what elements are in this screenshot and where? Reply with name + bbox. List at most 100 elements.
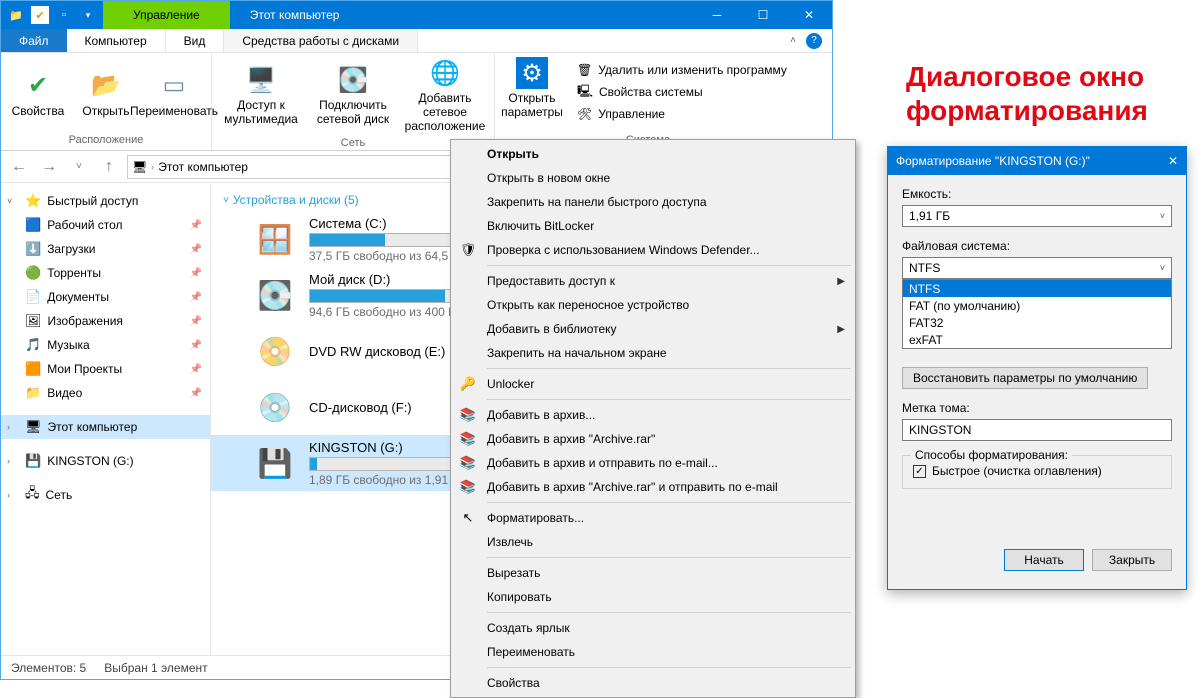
context-menu-item[interactable]: Включить BitLocker <box>453 214 853 238</box>
cursor-icon: ↖ <box>459 509 477 527</box>
menu-item-label: Включить BitLocker <box>487 219 594 233</box>
menu-item-label: Вырезать <box>487 566 540 580</box>
menu-item-label: Добавить в архив "Archive.rar" <box>487 432 655 446</box>
close-dialog-button[interactable]: Закрыть <box>1092 549 1172 571</box>
menu-item-label: Проверка с использованием Windows Defend… <box>487 243 760 257</box>
menu-item-label: Создать ярлык <box>487 621 570 635</box>
dropdown-option[interactable]: FAT (по умолчанию) <box>903 297 1171 314</box>
rar-icon: 📚 <box>459 430 477 448</box>
help-icon[interactable]: ? <box>806 33 822 49</box>
context-menu-item[interactable]: Создать ярлык <box>453 616 853 640</box>
nav-music[interactable]: 🎵 Музыка <box>1 333 210 357</box>
add-network-button[interactable]: 🌐 Добавить сетевое расположение <box>400 55 490 135</box>
context-menu-item[interactable]: Открыть <box>453 142 853 166</box>
ribbon-collapse-icon[interactable]: ˄ <box>790 35 796 46</box>
menu-item-label: Предоставить доступ к <box>487 274 615 288</box>
format-options-legend: Способы форматирования: <box>911 448 1072 462</box>
context-menu-item[interactable]: 🔑Unlocker <box>453 372 853 396</box>
context-menu-item[interactable]: Предоставить доступ к ▶ <box>453 269 853 293</box>
submenu-arrow-icon: ▶ <box>837 276 845 287</box>
wand-icon: 🔑 <box>459 375 477 393</box>
dropdown-option[interactable]: exFAT <box>903 331 1171 348</box>
dropdown-option[interactable]: NTFS <box>903 280 1171 297</box>
rename-button[interactable]: ▭ Переименовать <box>141 55 207 132</box>
uninstall-icon: 🗑 <box>577 63 592 77</box>
checkbox-icon: ✓ <box>913 465 926 478</box>
context-menu-item[interactable]: ↖Форматировать... <box>453 506 853 530</box>
nav-torrents[interactable]: 🟢 Торренты <box>1 261 210 285</box>
dropdown-option[interactable]: FAT32 <box>903 314 1171 331</box>
context-menu-item[interactable]: Добавить в библиотеку▶ <box>453 317 853 341</box>
context-menu-item[interactable]: 📚Добавить в архив... <box>453 403 853 427</box>
rar-icon: 📚 <box>459 478 477 496</box>
nav-up-button[interactable]: ↑ <box>97 155 121 179</box>
map-drive-button[interactable]: 💽 Подключить сетевой диск <box>308 55 398 135</box>
nav-desktop[interactable]: 🟦 Рабочий стол <box>1 213 210 237</box>
qat-folder-icon[interactable]: ▫ <box>55 6 73 24</box>
uninstall-button[interactable]: 🗑Удалить или изменить программу <box>577 59 787 81</box>
context-menu-item[interactable]: Открыть как переносное устройство <box>453 293 853 317</box>
file-tab[interactable]: Файл <box>1 29 67 52</box>
filesystem-label: Файловая система: <box>902 239 1172 253</box>
context-menu-item[interactable]: 📚 Добавить в архив "Archive.rar" и отправ… <box>453 475 853 499</box>
volume-label-caption: Метка тома: <box>902 401 1172 415</box>
drive-icon: 🪟 <box>251 220 299 258</box>
context-menu-item[interactable]: Вырезать <box>453 561 853 585</box>
maximize-button[interactable]: ☐ <box>740 1 786 29</box>
check-icon[interactable]: ✔ <box>31 6 49 24</box>
open-button[interactable]: 📂 Открыть <box>73 55 139 132</box>
capacity-combo[interactable]: 1,91 ГБ˅ <box>902 205 1172 227</box>
context-menu-item[interactable]: 📚Добавить в архив и отправить по e-mail.… <box>453 451 853 475</box>
nav-forward-button[interactable]: → <box>37 155 61 179</box>
qat-chevron-icon[interactable]: ▾ <box>79 6 97 24</box>
restore-defaults-button[interactable]: Восстановить параметры по умолчанию <box>902 367 1148 389</box>
context-menu-item[interactable]: Переименовать <box>453 640 853 664</box>
context-menu-item[interactable]: Извлечь <box>453 530 853 554</box>
nav-downloads[interactable]: ⬇️ Загрузки <box>1 237 210 261</box>
minimize-button[interactable]: ─ <box>694 1 740 29</box>
nav-network[interactable]: ›🖧 Сеть <box>1 483 210 507</box>
nav-history-dropdown[interactable]: ˅ <box>67 155 91 179</box>
volume-label-input[interactable] <box>902 419 1172 441</box>
nav-video[interactable]: 📁 Видео <box>1 381 210 405</box>
format-dialog: Форматирование "KINGSTON (G:)" ✕ Емкость… <box>887 146 1187 590</box>
nav-projects[interactable]: 🟧 Мои Проекты <box>1 357 210 381</box>
start-button[interactable]: Начать <box>1004 549 1084 571</box>
system-props-button[interactable]: 🖳Свойства системы <box>577 81 787 103</box>
status-count: Элементов: 5 <box>11 661 86 675</box>
close-button[interactable]: ✕ <box>786 1 832 29</box>
context-menu-item[interactable]: Свойства <box>453 671 853 695</box>
quick-access[interactable]: ˅⭐ Быстрый доступ <box>1 189 210 213</box>
context-menu-item[interactable]: Копировать <box>453 585 853 609</box>
shield-icon: 🛡 <box>459 241 477 259</box>
menu-item-label: Добавить в архив "Archive.rar" и отправи… <box>487 480 778 494</box>
nav-documents[interactable]: 📄 Документы <box>1 285 210 309</box>
media-access-button[interactable]: 🖥️ Доступ к мультимедиа <box>216 55 306 135</box>
context-menu-item[interactable]: 📚 Добавить в архив "Archive.rar" <box>453 427 853 451</box>
tab-drive-tools[interactable]: Средства работы с дисками <box>224 29 418 52</box>
context-menu-item[interactable]: Закрепить на начальном экране <box>453 341 853 365</box>
tab-view[interactable]: Вид <box>166 29 225 52</box>
quick-format-checkbox[interactable]: ✓ Быстрое (очистка оглавления) <box>913 464 1161 478</box>
context-menu-item[interactable]: 🛡 Проверка с использованием Windows Defen… <box>453 238 853 262</box>
nav-images[interactable]: 🖼 Изображения <box>1 309 210 333</box>
filesystem-dropdown: NTFSFAT (по умолчанию)FAT32exFAT <box>902 279 1172 349</box>
context-menu-item[interactable]: Закрепить на панели быстрого доступа <box>453 190 853 214</box>
menu-item-label: Открыть <box>487 147 539 161</box>
ribbon-group-network: Сеть <box>341 135 365 151</box>
tab-computer[interactable]: Компьютер <box>67 29 166 52</box>
contextual-tab-label: Управление <box>103 1 230 29</box>
manage-button[interactable]: 🛠Управление <box>577 103 787 125</box>
chevron-down-icon: ˅ <box>1160 263 1165 273</box>
nav-this-pc[interactable]: ›🖥 Этот компьютер <box>1 415 210 439</box>
open-settings-button[interactable]: ⚙ Открыть параметры <box>499 55 565 121</box>
filesystem-combo[interactable]: NTFS˅ NTFSFAT (по умолчанию)FAT32exFAT <box>902 257 1172 279</box>
properties-button[interactable]: ✔ Свойства <box>5 55 71 132</box>
nav-kingston[interactable]: ›💾 KINGSTON (G:) <box>1 449 210 473</box>
nav-back-button[interactable]: ← <box>7 155 31 179</box>
context-menu-item[interactable]: Открыть в новом окне <box>453 166 853 190</box>
explorer-icon: 📁 <box>7 6 25 24</box>
submenu-arrow-icon: ▶ <box>837 324 845 335</box>
dialog-close-button[interactable]: ✕ <box>1168 154 1178 168</box>
dialog-title: Форматирование "KINGSTON (G:)" <box>896 154 1090 168</box>
